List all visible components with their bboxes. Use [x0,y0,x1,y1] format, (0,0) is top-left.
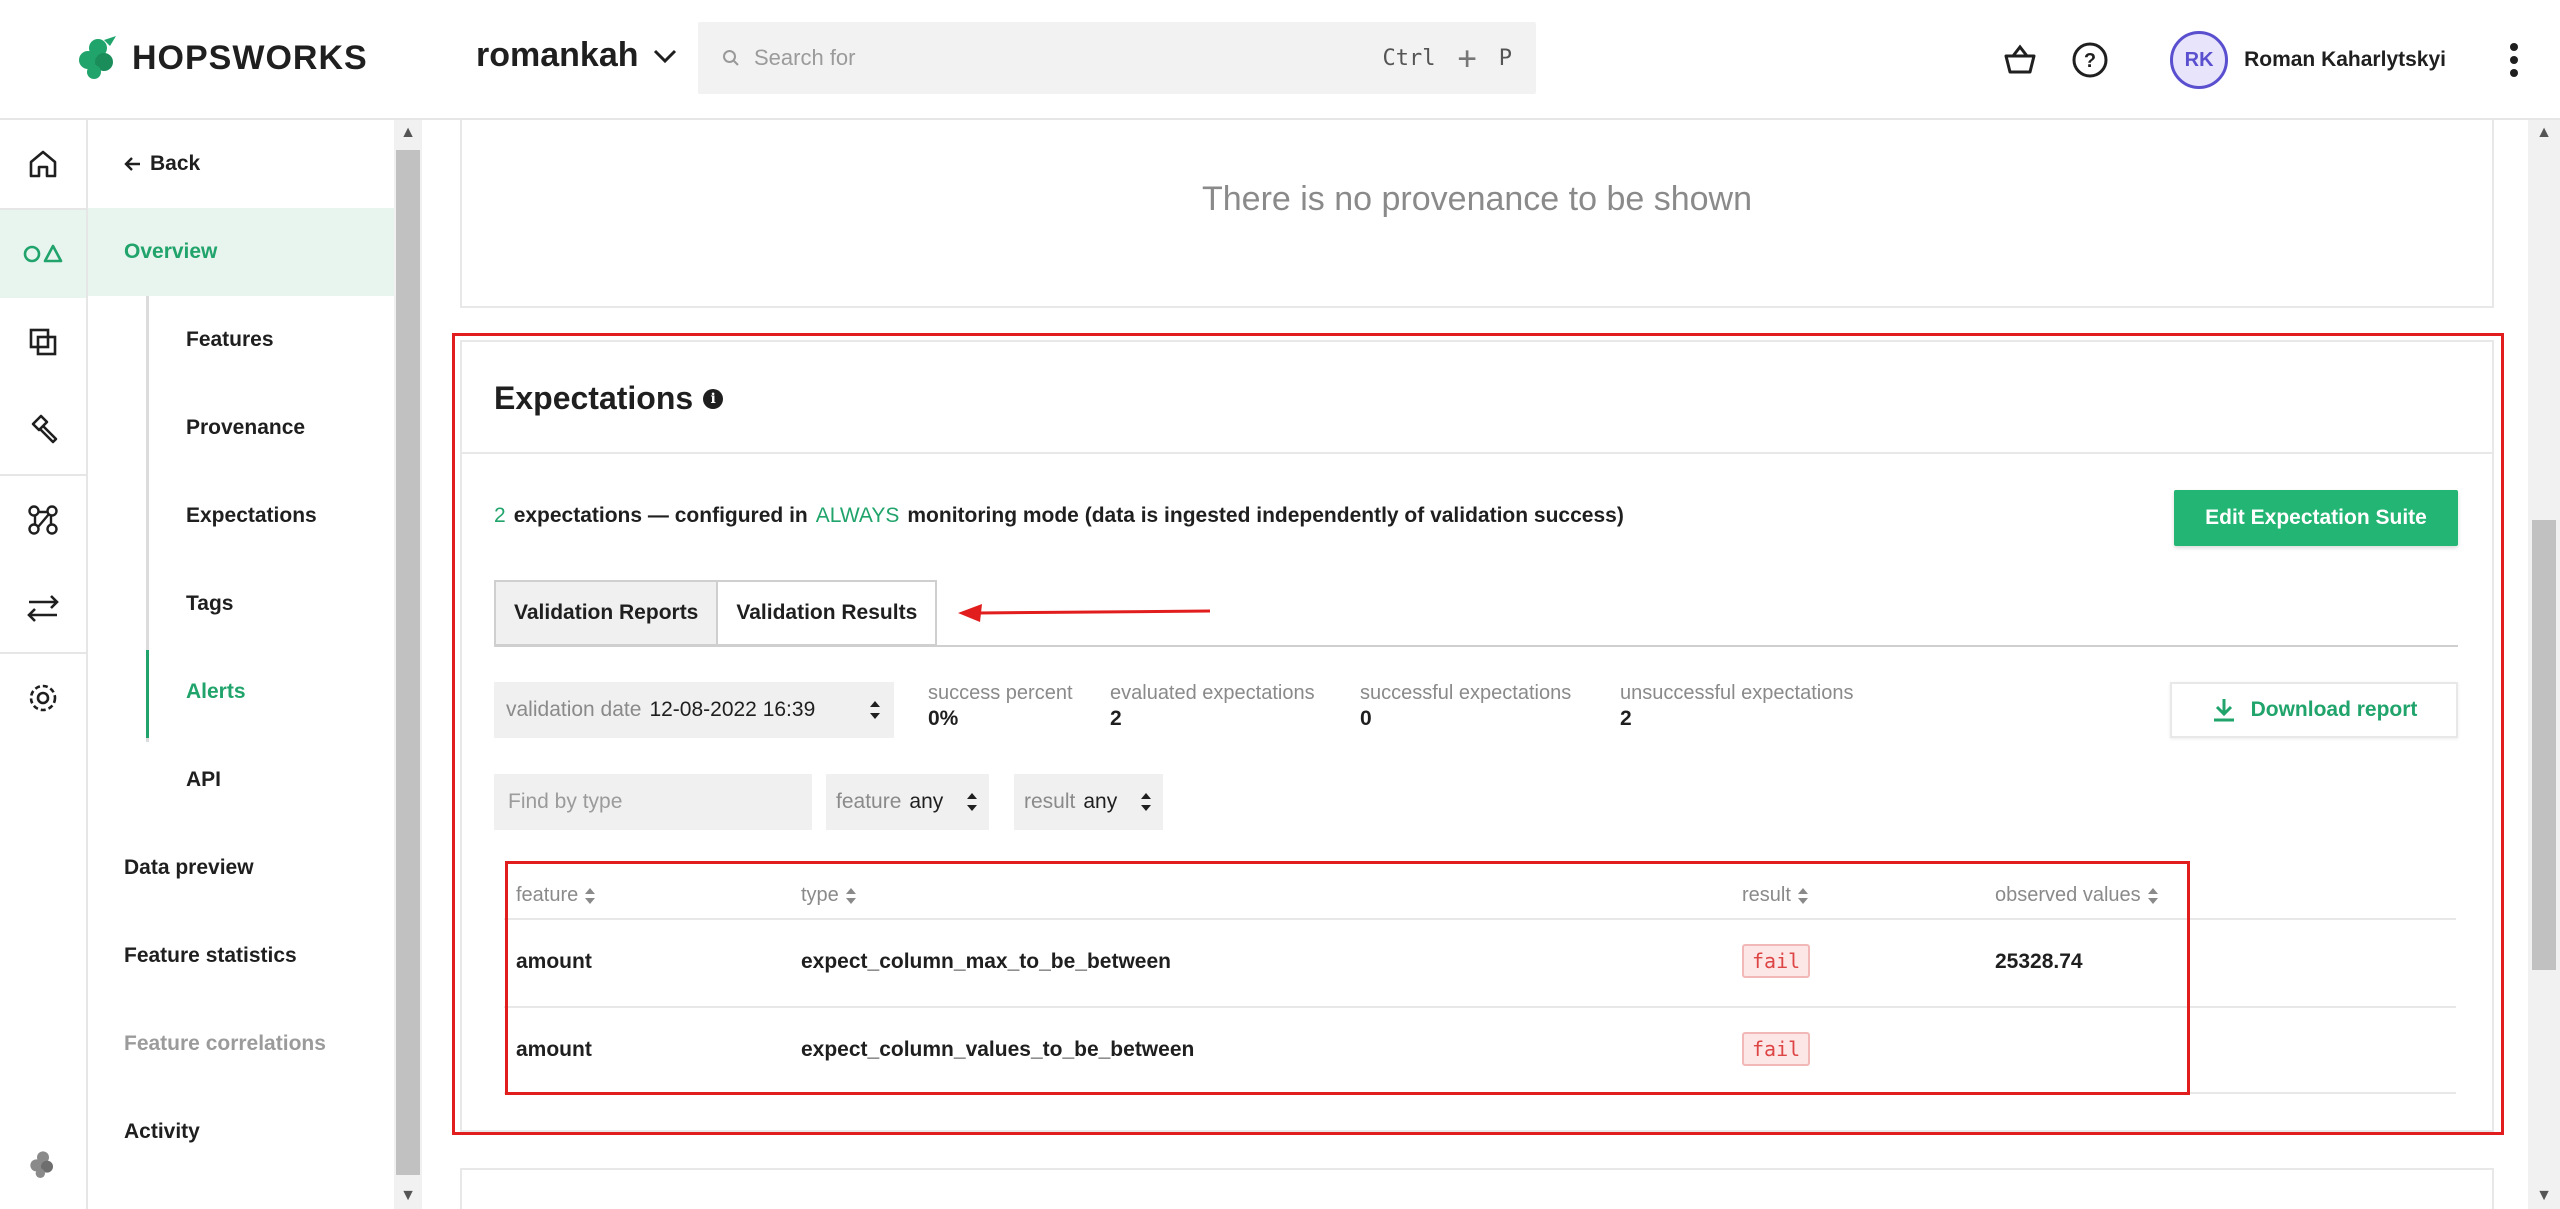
more-menu-button[interactable] [2492,38,2536,82]
feature-store-icon [23,244,63,263]
rail-home[interactable] [0,120,86,208]
sidebar-item-overview[interactable]: Overview [88,208,394,296]
sidebar-item-data-preview[interactable]: Data preview [88,824,394,912]
shortcut-plus: + [1457,39,1477,77]
sidebar-item-feature-correlations: Feature correlations [124,1032,326,1055]
provenance-empty-message: There is no provenance to be shown [1201,180,1752,218]
more-vertical-icon [2510,43,2518,77]
next-card [460,1168,2494,1209]
brand-name: HOPSWORKS [132,38,368,77]
hammer-icon [31,414,58,444]
sidebar-item-provenance[interactable]: Provenance [88,384,394,472]
sidebar-item-api[interactable]: API [88,736,394,824]
sidebar-item-features[interactable]: Features [88,296,394,384]
search-icon [723,50,739,66]
sidebar: Back Overview Features Provenance Expect… [88,120,394,1209]
scroll-up-icon[interactable]: ▲ [2528,120,2560,146]
basket-icon [2004,44,2036,74]
back-label: Back [150,152,201,175]
rail-copy[interactable] [0,298,86,386]
provenance-card: There is no provenance to be shown [460,120,2494,308]
rail-logo [0,1120,86,1208]
sidebar-item-expectations[interactable]: Expectations [88,472,394,560]
scroll-up-icon[interactable]: ▲ [394,120,422,146]
avatar[interactable]: RK [2170,31,2229,89]
rail-graph[interactable] [0,476,86,564]
settings-icon [29,684,57,712]
copy-icon [29,328,57,356]
shortcut-key: P [1498,45,1512,71]
top-bar: HOPSWORKS romankah Search for Ctrl + P ?… [0,0,2560,120]
project-name: romankah [476,36,639,74]
basket-button[interactable] [1998,38,2042,82]
project-selector[interactable]: romankah [476,36,677,75]
hopsworks-logo-icon [30,1151,53,1178]
arrow-left-icon [124,157,140,171]
rail-transfer[interactable] [0,564,86,652]
sidebar-item-tags[interactable]: Tags [88,560,394,648]
home-icon [29,150,57,178]
chevron-down-icon [653,49,676,63]
rail-feature-store[interactable] [0,210,86,298]
graph-icon [28,505,58,535]
help-button[interactable]: ? [2068,38,2112,82]
top-right-controls: ? RK Roman Kaharlytskyi [1998,0,2560,120]
rail-build[interactable] [0,386,86,474]
sidebar-item-activity[interactable]: Activity [88,1088,394,1176]
brand[interactable]: HOPSWORKS [74,34,368,82]
sidebar-item-alerts[interactable]: Alerts [88,648,394,736]
main-scrollbar[interactable]: ▲ ▼ [2528,120,2560,1209]
svg-text:?: ? [2084,50,2096,72]
annotation-box-table [505,861,2190,1095]
search-shortcut: Ctrl + P [1383,39,1513,77]
sidebar-scrollbar[interactable]: ▲ ▼ [394,120,422,1209]
main-scrollbar-thumb[interactable] [2532,520,2556,970]
scroll-down-icon[interactable]: ▼ [394,1183,422,1209]
transfer-icon [27,595,59,622]
sidebar-scrollbar-thumb[interactable] [396,150,420,1175]
icon-rail [0,120,88,1209]
shortcut-ctrl: Ctrl [1382,45,1436,71]
scroll-down-icon[interactable]: ▼ [2528,1183,2560,1209]
hopsworks-logo-icon [79,36,116,79]
user-name[interactable]: Roman Kaharlytskyi [2244,48,2446,72]
search-bar[interactable]: Search for Ctrl + P [698,22,1536,94]
sidebar-item-feature-statistics[interactable]: Feature statistics [88,912,394,1000]
back-link[interactable]: Back [88,120,394,208]
search-input[interactable]: Search for [754,45,1383,71]
help-icon: ? [2072,42,2108,78]
rail-settings[interactable] [0,654,86,742]
